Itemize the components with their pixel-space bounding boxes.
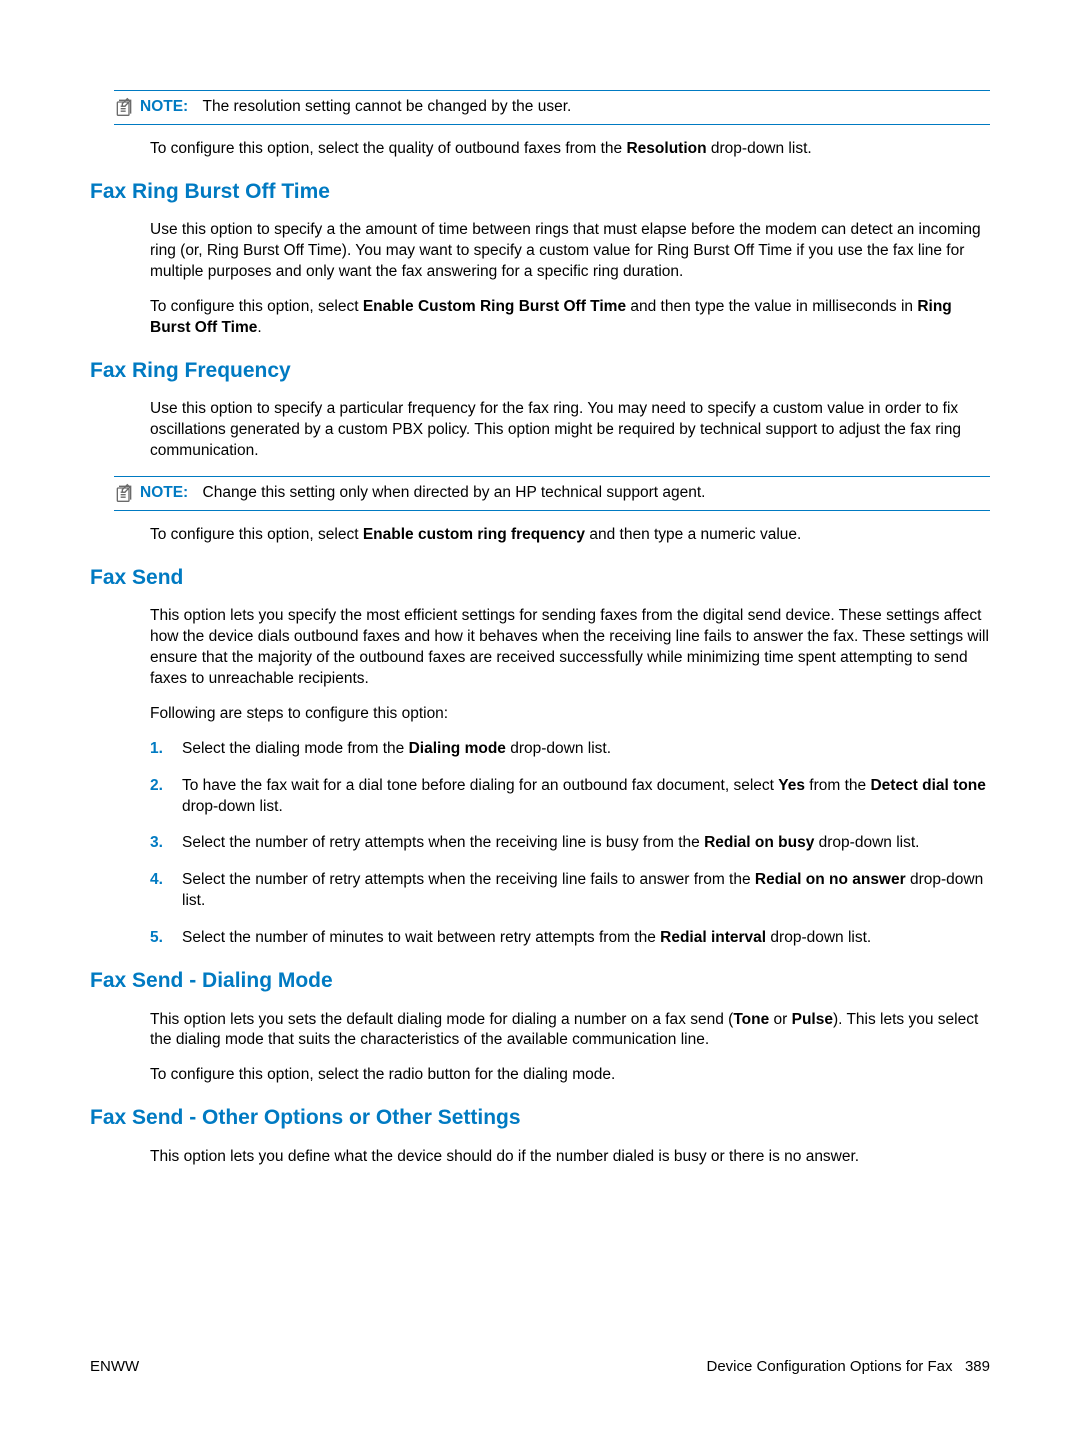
text: . xyxy=(257,319,261,336)
bold: Pulse xyxy=(792,1011,833,1028)
footer-section-title: Device Configuration Options for Fax xyxy=(707,1358,953,1375)
note-body: Change this setting only when directed b… xyxy=(203,484,706,501)
page-footer: ENWW Device Configuration Options for Fa… xyxy=(90,1357,990,1377)
heading-fax-ring-frequency: Fax Ring Frequency xyxy=(90,357,990,385)
footer-right: Device Configuration Options for Fax 389 xyxy=(707,1357,991,1377)
step-number: 1. xyxy=(150,739,163,760)
bold: Redial on busy xyxy=(704,834,814,851)
heading-fax-send: Fax Send xyxy=(90,564,990,592)
para-faxsend-desc: This option lets you specify the most ef… xyxy=(150,606,990,690)
text: To configure this option, select xyxy=(150,526,363,543)
bold: Redial interval xyxy=(660,929,766,946)
step-number: 5. xyxy=(150,928,163,949)
text: and then type a numeric value. xyxy=(585,526,801,543)
heading-fax-ring-burst: Fax Ring Burst Off Time xyxy=(90,178,990,206)
footer-left: ENWW xyxy=(90,1357,139,1377)
text: from the xyxy=(805,777,870,794)
text: To configure this option, select xyxy=(150,298,363,315)
bold-resolution: Resolution xyxy=(626,140,706,157)
bold: Yes xyxy=(778,777,805,794)
para-ringburst-desc: Use this option to specify a the amount … xyxy=(150,220,990,283)
page-number: 389 xyxy=(965,1358,990,1375)
bold: Detect dial tone xyxy=(870,777,985,794)
list-item: 1. Select the dialing mode from the Dial… xyxy=(150,739,990,760)
note-text: NOTE: Change this setting only when dire… xyxy=(140,483,705,504)
para-other-desc: This option lets you define what the dev… xyxy=(150,1147,990,1168)
note-label: NOTE: xyxy=(140,98,188,115)
para-dialing-config: To configure this option, select the rad… xyxy=(150,1065,990,1086)
note-label: NOTE: xyxy=(140,484,188,501)
heading-other-options: Fax Send - Other Options or Other Settin… xyxy=(90,1104,990,1132)
bold: Tone xyxy=(733,1011,769,1028)
text: drop-down list. xyxy=(814,834,919,851)
text: and then type the value in milliseconds … xyxy=(626,298,917,315)
step-number: 3. xyxy=(150,833,163,854)
list-item: 3. Select the number of retry attempts w… xyxy=(150,833,990,854)
faxsend-steps: 1. Select the dialing mode from the Dial… xyxy=(150,739,990,949)
bold: Enable Custom Ring Burst Off Time xyxy=(363,298,626,315)
list-item: 4. Select the number of retry attempts w… xyxy=(150,870,990,912)
bold: Dialing mode xyxy=(409,740,506,757)
text: or xyxy=(769,1011,791,1028)
text: This option lets you sets the default di… xyxy=(150,1011,733,1028)
list-item: 2. To have the fax wait for a dial tone … xyxy=(150,776,990,818)
text: Select the dialing mode from the xyxy=(182,740,409,757)
text: Select the number of minutes to wait bet… xyxy=(182,929,660,946)
note-icon xyxy=(114,483,134,503)
para-faxsend-intro: Following are steps to configure this op… xyxy=(150,704,990,725)
note-resolution: NOTE: The resolution setting cannot be c… xyxy=(114,90,990,125)
note-body: The resolution setting cannot be changed… xyxy=(203,98,572,115)
para-dialing-desc: This option lets you sets the default di… xyxy=(150,1010,990,1052)
text: Select the number of retry attempts when… xyxy=(182,871,755,888)
step-number: 2. xyxy=(150,776,163,797)
bold: Enable custom ring frequency xyxy=(363,526,585,543)
para-ringburst-config: To configure this option, select Enable … xyxy=(150,297,990,339)
list-item: 5. Select the number of minutes to wait … xyxy=(150,928,990,949)
text: drop-down list. xyxy=(707,140,812,157)
para-resolution-config: To configure this option, select the qua… xyxy=(150,139,990,160)
text: To have the fax wait for a dial tone bef… xyxy=(182,777,778,794)
note-icon xyxy=(114,97,134,117)
text: drop-down list. xyxy=(766,929,871,946)
text: drop-down list. xyxy=(506,740,611,757)
note-text: NOTE: The resolution setting cannot be c… xyxy=(140,97,571,118)
text: drop-down list. xyxy=(182,798,283,815)
text: To configure this option, select the qua… xyxy=(150,140,626,157)
text: Select the number of retry attempts when… xyxy=(182,834,704,851)
note-ringfreq: NOTE: Change this setting only when dire… xyxy=(114,476,990,511)
bold: Redial on no answer xyxy=(755,871,906,888)
para-ringfreq-config: To configure this option, select Enable … xyxy=(150,525,990,546)
para-ringfreq-desc: Use this option to specify a particular … xyxy=(150,399,990,462)
step-number: 4. xyxy=(150,870,163,891)
heading-dialing-mode: Fax Send - Dialing Mode xyxy=(90,967,990,995)
